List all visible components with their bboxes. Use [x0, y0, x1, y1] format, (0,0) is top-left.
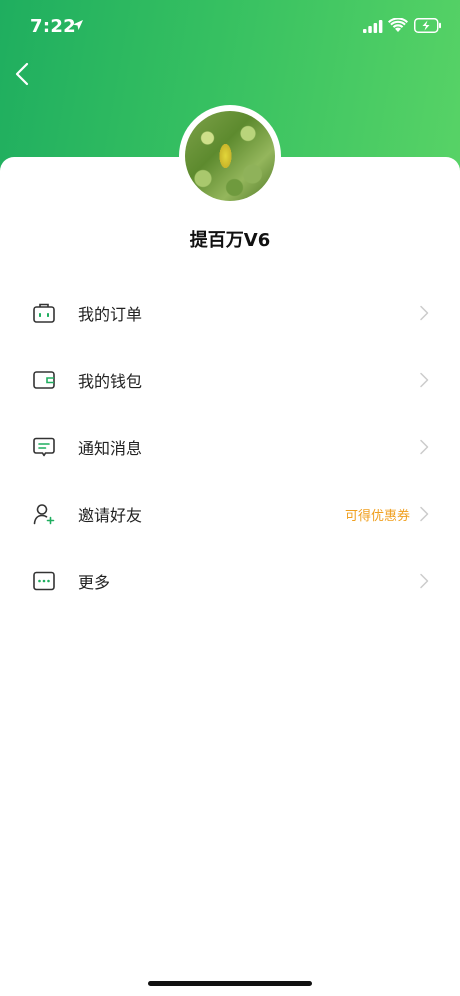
message-icon — [33, 437, 55, 457]
chevron-right-icon — [420, 439, 429, 455]
menu-item-label: 我的钱包 — [78, 372, 143, 391]
chevron-right-icon — [420, 305, 429, 321]
back-button[interactable] — [6, 58, 38, 90]
menu-item-label: 更多 — [78, 573, 111, 592]
status-bar: 7:22 — [0, 0, 460, 56]
avatar[interactable] — [179, 105, 281, 207]
menu-item-label: 邀请好友 — [78, 506, 143, 525]
status-time: 7:22 — [30, 16, 76, 37]
add-user-icon — [33, 504, 55, 525]
menu-item-wallet[interactable]: 我的钱包 — [0, 346, 460, 413]
home-indicator[interactable] — [148, 981, 312, 986]
coupon-hint: 可得优惠券 — [344, 509, 410, 524]
menu-item-label: 通知消息 — [78, 439, 143, 458]
chevron-right-icon — [420, 506, 429, 522]
briefcase-icon — [33, 303, 55, 323]
chevron-right-icon — [420, 372, 429, 388]
username: 提百万V6 — [189, 230, 271, 251]
menu-list: 我的订单 我的钱包 通知消息 邀请好友 可得优惠券 更多 — [0, 279, 460, 614]
wifi-icon — [388, 18, 408, 32]
more-icon — [33, 571, 55, 591]
battery-charging-icon — [414, 18, 441, 33]
location-arrow-icon — [73, 20, 83, 30]
cellular-signal-icon — [363, 20, 383, 33]
menu-item-orders[interactable]: 我的订单 — [0, 279, 460, 346]
menu-item-more[interactable]: 更多 — [0, 547, 460, 614]
chevron-right-icon — [420, 573, 429, 589]
chevron-left-icon — [15, 62, 29, 86]
menu-item-invite-friends[interactable]: 邀请好友 可得优惠券 — [0, 480, 460, 547]
avatar-image — [185, 111, 275, 201]
wallet-icon — [33, 371, 55, 389]
menu-item-label: 我的订单 — [78, 305, 143, 324]
menu-item-notifications[interactable]: 通知消息 — [0, 413, 460, 480]
